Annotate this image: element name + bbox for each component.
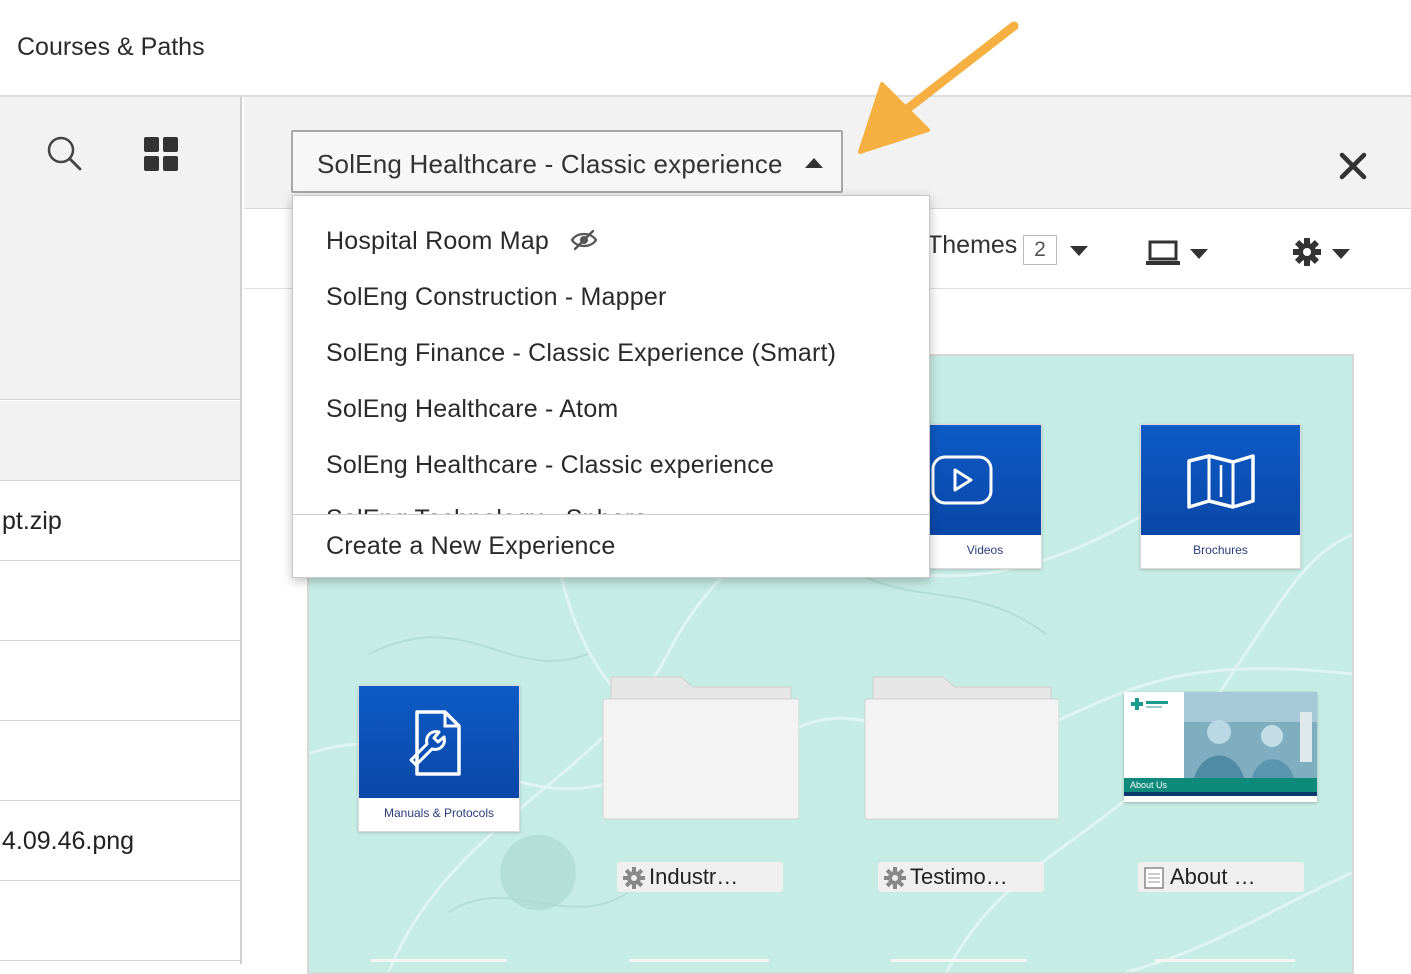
list-item[interactable] xyxy=(0,721,240,801)
map-icon xyxy=(1187,454,1255,509)
tile-face xyxy=(1141,425,1300,535)
tile-stub xyxy=(629,959,769,972)
top-bar: Courses & Paths xyxy=(0,0,1411,97)
chevron-down-icon[interactable] xyxy=(1332,249,1350,259)
option-healthcare-atom[interactable]: SolEng Healthcare - Atom xyxy=(326,395,618,424)
experience-select-value: SolEng Healthcare - Classic experience xyxy=(317,149,783,179)
chevron-down-icon[interactable] xyxy=(1070,246,1088,256)
tile-stub xyxy=(1155,959,1295,972)
experience-select[interactable]: SolEng Healthcare - Classic experience xyxy=(291,130,843,193)
chevron-down-icon[interactable] xyxy=(1190,249,1208,259)
folder-label-text: Testimo… xyxy=(910,864,1008,889)
editor-header: SolEng Healthcare - Classic experience xyxy=(244,97,1411,209)
option-hospital-room-map[interactable]: Hospital Room Map xyxy=(326,227,598,256)
list-item[interactable]: pt.zip xyxy=(0,481,240,561)
list-item[interactable] xyxy=(0,561,240,641)
annotation-arrow-icon xyxy=(858,21,1019,154)
page-title: Courses & Paths xyxy=(17,33,205,61)
tile-videos[interactable]: Videos xyxy=(928,424,1042,569)
file-list-toolbar xyxy=(0,97,240,400)
close-icon[interactable] xyxy=(1336,149,1370,183)
caret-up-icon xyxy=(805,158,823,168)
tile-manuals-protocols[interactable]: Manuals & Protocols xyxy=(358,685,520,832)
option-technology-sphere[interactable]: SolEng Technology - Sphere xyxy=(326,505,648,514)
list-header xyxy=(0,401,240,481)
tile-caption: Videos xyxy=(966,543,1004,557)
grid-view-icon[interactable] xyxy=(144,137,178,171)
gear-icon xyxy=(623,867,645,889)
option-construction-mapper[interactable]: SolEng Construction - Mapper xyxy=(326,283,667,312)
about-us-caption: About Us xyxy=(1130,780,1168,790)
file-list-pane: pt.zip 4.09.46.png xyxy=(0,97,242,964)
wrench-document-icon xyxy=(409,710,461,776)
laptop-icon[interactable] xyxy=(1146,240,1180,266)
folder-icon[interactable] xyxy=(863,673,1059,821)
tile-brochures[interactable]: Brochures xyxy=(1140,424,1301,569)
folder-label-testimonials[interactable]: Testimo… xyxy=(878,862,1044,892)
about-us-thumbnail[interactable]: About Us xyxy=(1124,692,1317,802)
list-item[interactable] xyxy=(0,881,240,961)
gear-icon xyxy=(884,867,906,889)
themes-button[interactable]: Themes xyxy=(927,231,1017,260)
tile-face xyxy=(359,686,519,798)
play-icon xyxy=(931,455,993,505)
tile-face xyxy=(929,425,1041,535)
create-experience-button[interactable]: Create a New Experience xyxy=(326,532,615,561)
tile-caption: Brochures xyxy=(1193,543,1248,557)
search-icon[interactable] xyxy=(46,135,82,171)
option-label: Hospital Room Map xyxy=(326,227,549,255)
themes-count-badge: 2 xyxy=(1023,235,1057,265)
dropdown-footer: Create a New Experience xyxy=(293,514,929,577)
gear-icon[interactable] xyxy=(1292,237,1322,267)
document-icon xyxy=(1144,867,1164,889)
folder-icon[interactable] xyxy=(601,673,799,821)
folder-label-industries[interactable]: Industr… xyxy=(617,862,783,892)
experience-options-list[interactable]: Hospital Room Map SolEng Construction - … xyxy=(293,196,929,514)
tile-caption: Manuals & Protocols xyxy=(383,806,495,820)
option-finance-classic[interactable]: SolEng Finance - Classic Experience (Sma… xyxy=(326,339,836,368)
option-healthcare-classic[interactable]: SolEng Healthcare - Classic experience xyxy=(326,451,774,480)
tile-stub xyxy=(371,959,507,972)
list-item[interactable] xyxy=(0,641,240,721)
list-item[interactable]: 4.09.46.png xyxy=(0,801,240,881)
tile-stub xyxy=(891,959,1027,972)
eye-slash-icon xyxy=(570,230,598,251)
experience-dropdown-menu: Hospital Room Map SolEng Construction - … xyxy=(292,195,930,578)
folder-label-text: Industr… xyxy=(649,864,739,889)
folder-label-text: About … xyxy=(1170,864,1256,889)
folder-label-about[interactable]: About … xyxy=(1138,862,1304,892)
